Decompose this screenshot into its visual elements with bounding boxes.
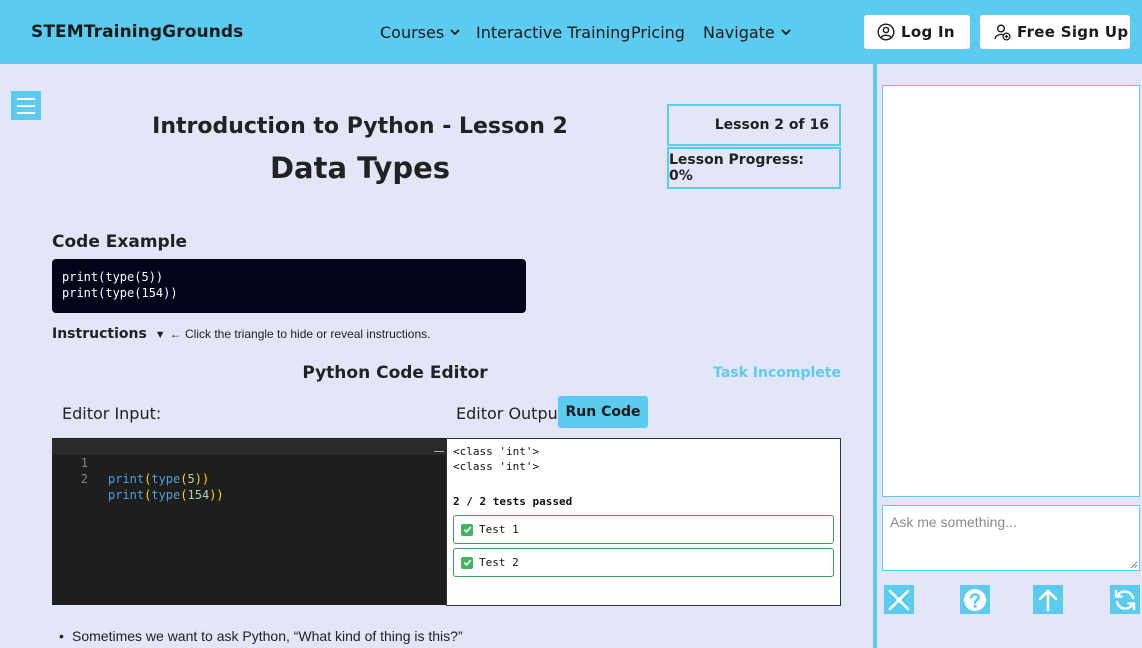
user-add-icon bbox=[994, 24, 1011, 41]
lesson-progress: Lesson Progress: 0% bbox=[669, 152, 805, 184]
arrow-up-icon bbox=[1038, 589, 1058, 611]
check-icon bbox=[461, 556, 473, 569]
lesson-count: Lesson 2 of 16 bbox=[714, 117, 829, 133]
top-nav-bar: STEMTrainingGrounds Courses Interactive … bbox=[0, 0, 1142, 64]
user-circle-icon bbox=[877, 23, 895, 41]
code-line[interactable]: 2 print(type(154)) bbox=[52, 455, 446, 502]
help-icon bbox=[964, 588, 986, 611]
tests-summary: 2 / 2 tests passed bbox=[453, 495, 573, 508]
instructions-toggle: Instructions ▼ ← Click the triangle to h… bbox=[52, 326, 430, 342]
close-icon bbox=[888, 589, 910, 610]
editor-output-label: Editor Output: bbox=[456, 404, 570, 423]
nav-courses-label: Courses bbox=[380, 23, 445, 42]
resize-grip-icon[interactable] bbox=[1130, 561, 1138, 569]
task-status: Task Incomplete bbox=[713, 365, 841, 381]
nav-pricing[interactable]: Pricing bbox=[631, 23, 685, 42]
test-result: Test 1 bbox=[453, 515, 834, 544]
chevron-down-icon bbox=[450, 29, 460, 36]
editor-input-label: Editor Input: bbox=[62, 404, 162, 423]
test-name: Test 2 bbox=[479, 556, 519, 569]
refresh-button[interactable] bbox=[1110, 585, 1140, 614]
menu-icon[interactable] bbox=[11, 91, 41, 120]
help-button[interactable] bbox=[960, 585, 990, 614]
list-item: Sometimes we want to ask Python, “What k… bbox=[59, 628, 463, 644]
test-name: Test 1 bbox=[479, 523, 519, 536]
chat-input[interactable] bbox=[882, 505, 1140, 571]
refresh-icon bbox=[1114, 589, 1136, 610]
code-editor[interactable]: 1 print(type(5)) 2 print(type(154)) bbox=[52, 438, 446, 605]
instructions-label: Instructions bbox=[52, 326, 147, 342]
test-result: Test 2 bbox=[453, 548, 834, 577]
code-example-block: print(type(5)) print(type(154)) bbox=[52, 259, 526, 313]
run-code-button[interactable]: Run Code bbox=[558, 396, 648, 428]
login-button[interactable]: Log In bbox=[864, 15, 970, 49]
instructions-hint: ← Click the triangle to hide or reveal i… bbox=[169, 327, 431, 341]
lesson-count-box: Lesson 2 of 16 bbox=[667, 104, 841, 146]
brand-logo[interactable]: STEMTrainingGrounds bbox=[31, 22, 243, 42]
output-line: <class 'int'> bbox=[453, 445, 540, 458]
nav-pricing-label: Pricing bbox=[631, 23, 685, 42]
nav-courses[interactable]: Courses bbox=[380, 23, 460, 42]
check-icon bbox=[461, 523, 473, 536]
line-number: 2 bbox=[80, 472, 88, 486]
editor-output: <class 'int'> <class 'int'> 2 / 2 tests … bbox=[446, 438, 841, 606]
nav-interactive-training-label: Interactive Training bbox=[476, 23, 631, 42]
output-line: <class 'int'> bbox=[453, 460, 540, 473]
scroll-up-button[interactable] bbox=[1033, 585, 1063, 614]
code-example-heading: Code Example bbox=[52, 232, 188, 252]
nav-interactive-training[interactable]: Interactive Training bbox=[476, 23, 630, 42]
topic-title: Data Types bbox=[269, 151, 451, 185]
code-line[interactable]: 1 print(type(5)) bbox=[52, 439, 446, 486]
nav-navigate-label: Navigate bbox=[703, 23, 775, 42]
lesson-progress-box: Lesson Progress: 0% bbox=[667, 147, 841, 189]
nav-navigate[interactable]: Navigate bbox=[703, 23, 791, 42]
editor-scrollbar[interactable] bbox=[434, 451, 444, 452]
signup-button[interactable]: Free Sign Up bbox=[980, 15, 1130, 49]
chevron-down-icon bbox=[781, 29, 791, 36]
close-button[interactable] bbox=[884, 585, 914, 614]
lesson-title: Introduction to Python - Lesson 2 bbox=[152, 114, 568, 139]
signup-label: Free Sign Up bbox=[1017, 23, 1129, 41]
login-label: Log In bbox=[901, 23, 955, 41]
bullet-text: Sometimes we want to ask Python, “What k… bbox=[72, 628, 463, 644]
editor-title: Python Code Editor bbox=[302, 363, 488, 383]
panel-divider[interactable] bbox=[873, 64, 877, 648]
disclosure-triangle-icon[interactable]: ▼ bbox=[155, 329, 166, 341]
chat-output bbox=[882, 85, 1140, 497]
